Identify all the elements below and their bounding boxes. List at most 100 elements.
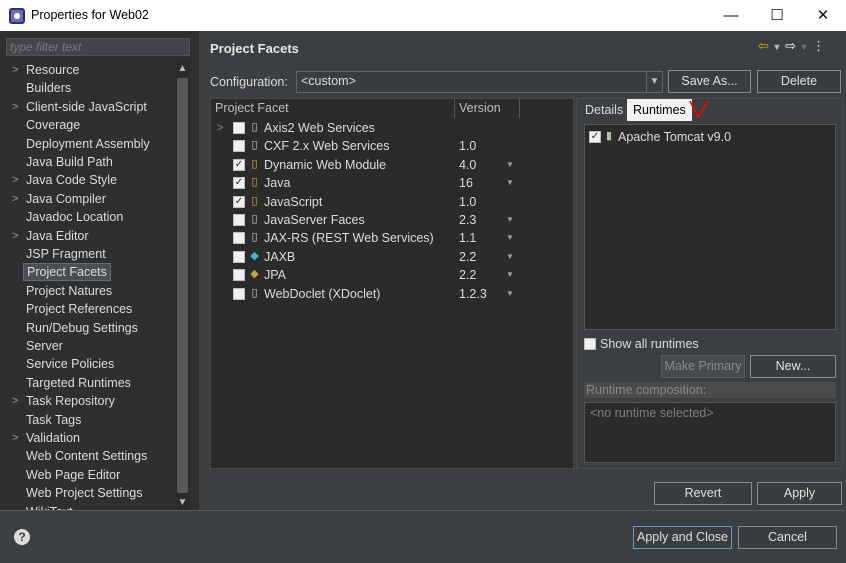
sidebar-item[interactable]: > Resource: [6, 61, 175, 79]
chevron-down-icon[interactable]: ▼: [646, 72, 662, 92]
sidebar-item[interactable]: > Client-side JavaScript: [6, 98, 175, 116]
chevron-right-icon[interactable]: >: [12, 61, 18, 79]
sidebar-item[interactable]: Web Content Settings: [6, 447, 175, 465]
sidebar-item[interactable]: Builders: [6, 79, 175, 97]
chevron-right-icon[interactable]: >: [12, 190, 18, 208]
facet-checkbox[interactable]: ✓: [233, 195, 245, 208]
facet-row[interactable]: ◆ JPA 2.2 ▼: [211, 266, 573, 284]
apply-and-close-button[interactable]: Apply and Close: [633, 526, 732, 549]
sidebar-item[interactable]: Web Project Settings: [6, 484, 175, 502]
chevron-right-icon[interactable]: >: [12, 392, 18, 410]
version-dropdown-icon[interactable]: ▼: [506, 156, 514, 174]
facet-version[interactable]: 2.2: [459, 248, 476, 266]
column-header-facet[interactable]: Project Facet: [211, 99, 455, 118]
facet-row[interactable]: > ▯ Axis2 Web Services: [211, 119, 573, 137]
sidebar-item[interactable]: Coverage: [6, 116, 175, 134]
version-dropdown-icon[interactable]: ▼: [506, 266, 514, 284]
facet-checkbox[interactable]: [233, 232, 245, 245]
help-icon[interactable]: ?: [14, 529, 30, 545]
chevron-right-icon[interactable]: >: [12, 171, 18, 189]
sidebar-item[interactable]: > Java Compiler: [6, 190, 175, 208]
version-dropdown-icon[interactable]: ▼: [506, 174, 514, 192]
chevron-right-icon[interactable]: >: [12, 429, 18, 447]
facet-row[interactable]: ◆ JAXB 2.2 ▼: [211, 248, 573, 266]
facet-checkbox[interactable]: [233, 287, 245, 300]
chevron-right-icon[interactable]: >: [12, 98, 18, 116]
scroll-down-icon[interactable]: ▼: [175, 495, 190, 510]
tab-runtimes[interactable]: Runtimes: [627, 99, 692, 121]
configuration-select[interactable]: <custom> ▼: [296, 71, 663, 93]
sidebar-item[interactable]: > Java Editor: [6, 227, 175, 245]
facet-version[interactable]: 2.2: [459, 266, 476, 284]
close-button[interactable]: ✕: [800, 0, 846, 31]
sidebar-item[interactable]: Task Tags: [6, 411, 175, 429]
facet-checkbox[interactable]: [233, 269, 245, 282]
tree-scrollbar[interactable]: ▲ ▼: [175, 61, 190, 510]
facet-row[interactable]: ✓ ▯ JavaScript 1.0: [211, 193, 573, 211]
runtime-checkbox[interactable]: ✓: [589, 131, 601, 143]
facet-version[interactable]: 1.0: [459, 193, 476, 211]
sidebar-item[interactable]: Java Build Path: [6, 153, 175, 171]
facet-checkbox[interactable]: ✓: [233, 177, 245, 190]
sidebar-item[interactable]: Targeted Runtimes: [6, 374, 175, 392]
facet-version[interactable]: 1.0: [459, 137, 476, 155]
sidebar-item[interactable]: Service Policies: [6, 355, 175, 373]
sidebar-item[interactable]: Project References: [6, 300, 175, 318]
maximize-button[interactable]: ☐: [754, 0, 800, 31]
sidebar-item[interactable]: JSP Fragment: [6, 245, 175, 263]
delete-button[interactable]: Delete: [757, 70, 841, 93]
sidebar-item[interactable]: Project Facets: [6, 263, 175, 282]
facet-checkbox[interactable]: [233, 122, 245, 134]
column-header-version[interactable]: Version: [455, 99, 520, 118]
make-primary-button[interactable]: Make Primary: [661, 355, 745, 378]
sidebar-item[interactable]: Deployment Assembly: [6, 135, 175, 153]
sidebar-item[interactable]: WikiText: [6, 503, 175, 510]
scroll-up-icon[interactable]: ▲: [175, 61, 190, 76]
back-menu-icon[interactable]: ▼: [773, 42, 782, 52]
minimize-button[interactable]: —: [708, 0, 754, 31]
facet-row[interactable]: ▯ JAX-RS (REST Web Services) 1.1 ▼: [211, 229, 573, 247]
facet-row[interactable]: ✓ ▯ Dynamic Web Module 4.0 ▼: [211, 156, 573, 174]
version-dropdown-icon[interactable]: ▼: [506, 285, 514, 303]
sidebar-item[interactable]: Web Page Editor: [6, 466, 175, 484]
facet-version[interactable]: 2.3: [459, 211, 476, 229]
facet-version[interactable]: 16: [459, 174, 473, 192]
facet-checkbox[interactable]: ✓: [233, 158, 245, 171]
checkbox[interactable]: [584, 338, 596, 350]
version-dropdown-icon[interactable]: ▼: [506, 211, 514, 229]
sidebar-item[interactable]: Run/Debug Settings: [6, 319, 175, 337]
facet-version[interactable]: 4.0: [459, 156, 476, 174]
revert-button[interactable]: Revert: [654, 482, 752, 505]
sidebar-item[interactable]: > Task Repository: [6, 392, 175, 410]
forward-menu-icon[interactable]: ▼: [800, 42, 809, 52]
facet-version[interactable]: 1.2.3: [459, 285, 487, 303]
sidebar-item[interactable]: Project Natures: [6, 282, 175, 300]
tab-details[interactable]: Details: [579, 99, 629, 121]
facet-row[interactable]: ✓ ▯ Java 16 ▼: [211, 174, 573, 192]
facet-row[interactable]: ▯ JavaServer Faces 2.3 ▼: [211, 211, 573, 229]
version-dropdown-icon[interactable]: ▼: [506, 248, 514, 266]
facet-row[interactable]: ▯ CXF 2.x Web Services 1.0: [211, 137, 573, 155]
view-menu-icon[interactable]: ⋮: [812, 38, 825, 53]
cancel-button[interactable]: Cancel: [738, 526, 837, 549]
back-arrow-icon[interactable]: ⇦: [758, 38, 769, 53]
chevron-right-icon[interactable]: >: [12, 227, 18, 245]
sidebar-item[interactable]: > Validation: [6, 429, 175, 447]
facet-checkbox[interactable]: [233, 140, 245, 153]
facet-checkbox[interactable]: [233, 250, 245, 263]
version-dropdown-icon[interactable]: ▼: [506, 229, 514, 247]
new-runtime-button[interactable]: New...: [750, 355, 836, 378]
filter-input[interactable]: type filter text: [6, 38, 190, 56]
save-as-button[interactable]: Save As...: [668, 70, 751, 93]
facet-row[interactable]: ▯ WebDoclet (XDoclet) 1.2.3 ▼: [211, 285, 573, 303]
facet-checkbox[interactable]: [233, 214, 245, 226]
apply-button[interactable]: Apply: [757, 482, 842, 505]
chevron-right-icon[interactable]: >: [217, 119, 223, 137]
forward-arrow-icon[interactable]: ⇨: [785, 38, 796, 53]
sidebar-item[interactable]: Server: [6, 337, 175, 355]
scrollbar-thumb[interactable]: [177, 78, 188, 493]
sidebar-item-label: Targeted Runtimes: [26, 375, 131, 390]
facet-version[interactable]: 1.1: [459, 229, 476, 247]
sidebar-item[interactable]: Javadoc Location: [6, 208, 175, 226]
sidebar-item[interactable]: > Java Code Style: [6, 171, 175, 189]
